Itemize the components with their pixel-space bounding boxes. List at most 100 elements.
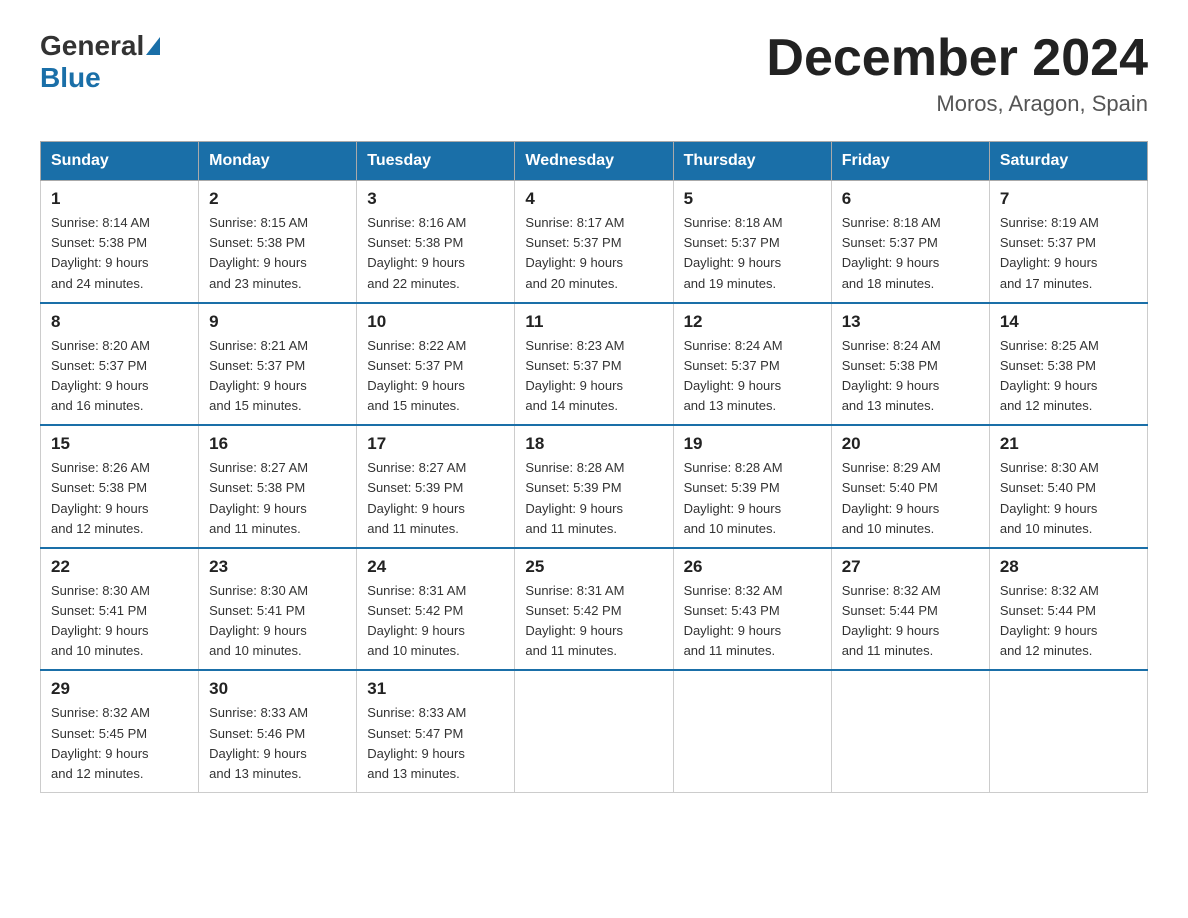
header-monday: Monday bbox=[199, 142, 357, 181]
day-number: 18 bbox=[525, 434, 662, 454]
day-info: Sunrise: 8:28 AM Sunset: 5:39 PM Dayligh… bbox=[525, 458, 662, 539]
table-row: 26 Sunrise: 8:32 AM Sunset: 5:43 PM Dayl… bbox=[673, 548, 831, 671]
day-number: 3 bbox=[367, 189, 504, 209]
calendar-week-row: 15 Sunrise: 8:26 AM Sunset: 5:38 PM Dayl… bbox=[41, 425, 1148, 548]
table-row: 1 Sunrise: 8:14 AM Sunset: 5:38 PM Dayli… bbox=[41, 181, 199, 303]
day-info: Sunrise: 8:31 AM Sunset: 5:42 PM Dayligh… bbox=[367, 581, 504, 662]
table-row: 16 Sunrise: 8:27 AM Sunset: 5:38 PM Dayl… bbox=[199, 425, 357, 548]
header-tuesday: Tuesday bbox=[357, 142, 515, 181]
day-number: 11 bbox=[525, 312, 662, 332]
table-row: 14 Sunrise: 8:25 AM Sunset: 5:38 PM Dayl… bbox=[989, 303, 1147, 426]
day-info: Sunrise: 8:25 AM Sunset: 5:38 PM Dayligh… bbox=[1000, 336, 1137, 417]
day-number: 20 bbox=[842, 434, 979, 454]
day-info: Sunrise: 8:28 AM Sunset: 5:39 PM Dayligh… bbox=[684, 458, 821, 539]
table-row: 4 Sunrise: 8:17 AM Sunset: 5:37 PM Dayli… bbox=[515, 181, 673, 303]
day-number: 9 bbox=[209, 312, 346, 332]
title-area: December 2024 Moros, Aragon, Spain bbox=[766, 30, 1148, 117]
table-row: 11 Sunrise: 8:23 AM Sunset: 5:37 PM Dayl… bbox=[515, 303, 673, 426]
day-info: Sunrise: 8:32 AM Sunset: 5:44 PM Dayligh… bbox=[842, 581, 979, 662]
logo: General Blue bbox=[40, 30, 162, 94]
header-saturday: Saturday bbox=[989, 142, 1147, 181]
table-row: 23 Sunrise: 8:30 AM Sunset: 5:41 PM Dayl… bbox=[199, 548, 357, 671]
table-row: 6 Sunrise: 8:18 AM Sunset: 5:37 PM Dayli… bbox=[831, 181, 989, 303]
header: General Blue December 2024 Moros, Aragon… bbox=[40, 30, 1148, 117]
table-row: 27 Sunrise: 8:32 AM Sunset: 5:44 PM Dayl… bbox=[831, 548, 989, 671]
table-row: 10 Sunrise: 8:22 AM Sunset: 5:37 PM Dayl… bbox=[357, 303, 515, 426]
day-number: 24 bbox=[367, 557, 504, 577]
day-info: Sunrise: 8:26 AM Sunset: 5:38 PM Dayligh… bbox=[51, 458, 188, 539]
day-number: 23 bbox=[209, 557, 346, 577]
day-number: 17 bbox=[367, 434, 504, 454]
day-info: Sunrise: 8:32 AM Sunset: 5:43 PM Dayligh… bbox=[684, 581, 821, 662]
table-row bbox=[831, 670, 989, 792]
month-title: December 2024 bbox=[766, 30, 1148, 87]
logo-triangle-icon bbox=[146, 37, 160, 55]
day-info: Sunrise: 8:30 AM Sunset: 5:40 PM Dayligh… bbox=[1000, 458, 1137, 539]
day-number: 12 bbox=[684, 312, 821, 332]
table-row: 7 Sunrise: 8:19 AM Sunset: 5:37 PM Dayli… bbox=[989, 181, 1147, 303]
table-row: 30 Sunrise: 8:33 AM Sunset: 5:46 PM Dayl… bbox=[199, 670, 357, 792]
day-info: Sunrise: 8:33 AM Sunset: 5:46 PM Dayligh… bbox=[209, 703, 346, 784]
day-info: Sunrise: 8:16 AM Sunset: 5:38 PM Dayligh… bbox=[367, 213, 504, 294]
logo-blue-text: Blue bbox=[40, 62, 101, 93]
day-number: 27 bbox=[842, 557, 979, 577]
day-number: 1 bbox=[51, 189, 188, 209]
day-number: 14 bbox=[1000, 312, 1137, 332]
day-info: Sunrise: 8:24 AM Sunset: 5:38 PM Dayligh… bbox=[842, 336, 979, 417]
day-number: 30 bbox=[209, 679, 346, 699]
table-row: 17 Sunrise: 8:27 AM Sunset: 5:39 PM Dayl… bbox=[357, 425, 515, 548]
calendar-week-row: 1 Sunrise: 8:14 AM Sunset: 5:38 PM Dayli… bbox=[41, 181, 1148, 303]
day-number: 2 bbox=[209, 189, 346, 209]
day-number: 8 bbox=[51, 312, 188, 332]
table-row: 5 Sunrise: 8:18 AM Sunset: 5:37 PM Dayli… bbox=[673, 181, 831, 303]
day-info: Sunrise: 8:15 AM Sunset: 5:38 PM Dayligh… bbox=[209, 213, 346, 294]
day-info: Sunrise: 8:32 AM Sunset: 5:44 PM Dayligh… bbox=[1000, 581, 1137, 662]
header-friday: Friday bbox=[831, 142, 989, 181]
table-row: 31 Sunrise: 8:33 AM Sunset: 5:47 PM Dayl… bbox=[357, 670, 515, 792]
table-row: 18 Sunrise: 8:28 AM Sunset: 5:39 PM Dayl… bbox=[515, 425, 673, 548]
day-info: Sunrise: 8:30 AM Sunset: 5:41 PM Dayligh… bbox=[51, 581, 188, 662]
day-info: Sunrise: 8:18 AM Sunset: 5:37 PM Dayligh… bbox=[684, 213, 821, 294]
day-info: Sunrise: 8:17 AM Sunset: 5:37 PM Dayligh… bbox=[525, 213, 662, 294]
day-info: Sunrise: 8:27 AM Sunset: 5:39 PM Dayligh… bbox=[367, 458, 504, 539]
day-info: Sunrise: 8:19 AM Sunset: 5:37 PM Dayligh… bbox=[1000, 213, 1137, 294]
day-number: 22 bbox=[51, 557, 188, 577]
day-info: Sunrise: 8:21 AM Sunset: 5:37 PM Dayligh… bbox=[209, 336, 346, 417]
day-number: 16 bbox=[209, 434, 346, 454]
day-number: 10 bbox=[367, 312, 504, 332]
table-row: 9 Sunrise: 8:21 AM Sunset: 5:37 PM Dayli… bbox=[199, 303, 357, 426]
calendar-week-row: 8 Sunrise: 8:20 AM Sunset: 5:37 PM Dayli… bbox=[41, 303, 1148, 426]
day-number: 26 bbox=[684, 557, 821, 577]
header-sunday: Sunday bbox=[41, 142, 199, 181]
day-number: 21 bbox=[1000, 434, 1137, 454]
calendar-week-row: 29 Sunrise: 8:32 AM Sunset: 5:45 PM Dayl… bbox=[41, 670, 1148, 792]
header-wednesday: Wednesday bbox=[515, 142, 673, 181]
day-number: 13 bbox=[842, 312, 979, 332]
table-row bbox=[673, 670, 831, 792]
day-info: Sunrise: 8:31 AM Sunset: 5:42 PM Dayligh… bbox=[525, 581, 662, 662]
day-number: 31 bbox=[367, 679, 504, 699]
table-row: 15 Sunrise: 8:26 AM Sunset: 5:38 PM Dayl… bbox=[41, 425, 199, 548]
table-row: 13 Sunrise: 8:24 AM Sunset: 5:38 PM Dayl… bbox=[831, 303, 989, 426]
day-number: 5 bbox=[684, 189, 821, 209]
calendar-header-row: Sunday Monday Tuesday Wednesday Thursday… bbox=[41, 142, 1148, 181]
table-row: 8 Sunrise: 8:20 AM Sunset: 5:37 PM Dayli… bbox=[41, 303, 199, 426]
table-row: 12 Sunrise: 8:24 AM Sunset: 5:37 PM Dayl… bbox=[673, 303, 831, 426]
table-row bbox=[989, 670, 1147, 792]
location-title: Moros, Aragon, Spain bbox=[766, 91, 1148, 117]
table-row: 25 Sunrise: 8:31 AM Sunset: 5:42 PM Dayl… bbox=[515, 548, 673, 671]
day-info: Sunrise: 8:18 AM Sunset: 5:37 PM Dayligh… bbox=[842, 213, 979, 294]
table-row bbox=[515, 670, 673, 792]
day-info: Sunrise: 8:29 AM Sunset: 5:40 PM Dayligh… bbox=[842, 458, 979, 539]
table-row: 20 Sunrise: 8:29 AM Sunset: 5:40 PM Dayl… bbox=[831, 425, 989, 548]
logo-general-text: General bbox=[40, 30, 144, 62]
day-info: Sunrise: 8:30 AM Sunset: 5:41 PM Dayligh… bbox=[209, 581, 346, 662]
day-number: 6 bbox=[842, 189, 979, 209]
table-row: 3 Sunrise: 8:16 AM Sunset: 5:38 PM Dayli… bbox=[357, 181, 515, 303]
day-number: 15 bbox=[51, 434, 188, 454]
day-info: Sunrise: 8:33 AM Sunset: 5:47 PM Dayligh… bbox=[367, 703, 504, 784]
day-number: 19 bbox=[684, 434, 821, 454]
table-row: 21 Sunrise: 8:30 AM Sunset: 5:40 PM Dayl… bbox=[989, 425, 1147, 548]
day-number: 4 bbox=[525, 189, 662, 209]
day-number: 7 bbox=[1000, 189, 1137, 209]
